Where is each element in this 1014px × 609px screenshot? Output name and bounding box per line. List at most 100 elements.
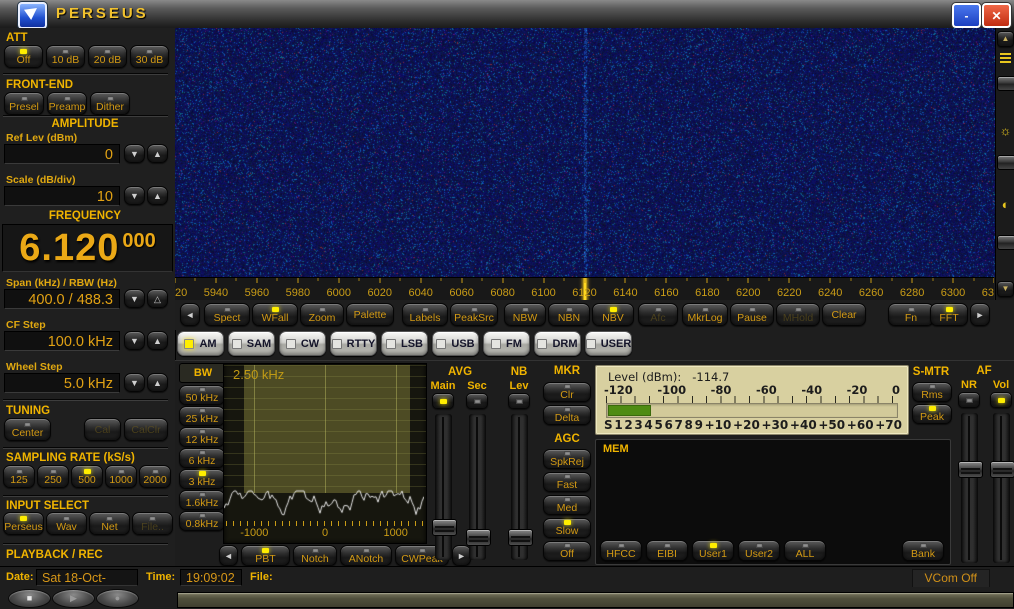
pbt-button[interactable]: PBT [241,545,290,566]
cf-step-field[interactable]: 100.0 kHz [4,331,120,351]
sampling-rate-button[interactable]: 2000 [139,465,171,488]
slider-handle[interactable] [432,519,457,536]
palette-button[interactable]: Palette [346,303,394,326]
bw-button[interactable]: 3 kHz [179,469,225,489]
ref-lev-down-button[interactable]: ▼ [124,144,145,163]
waterfall-contrast-slider[interactable] [997,235,1014,250]
span-up-button[interactable]: △ [147,289,168,308]
att-button[interactable]: Off [4,45,43,68]
mode-button[interactable]: SAM [228,331,275,356]
zoom-button[interactable]: Zoom [300,303,344,326]
bw-button[interactable]: 12 kHz [179,427,225,447]
input-select-button[interactable]: Wav [46,512,87,535]
ref-lev-up-button[interactable]: ▲ [147,144,168,163]
span-down-button[interactable]: ▼ [124,289,145,308]
mode-button[interactable]: USER [585,331,632,356]
agc-button[interactable]: Off [543,541,591,561]
bw-button[interactable]: 50 kHz [179,385,225,405]
span-field[interactable]: 400.0 / 488.3 [4,289,120,309]
scale-field[interactable]: 10 [4,186,120,206]
labels-button[interactable]: Labels [402,303,448,326]
mode-button[interactable]: FM [483,331,530,356]
bw-button[interactable]: 1.6kHz [179,490,225,510]
mode-button[interactable]: LSB [381,331,428,356]
att-button[interactable]: 10 dB [46,45,85,68]
waterfall-brightness-slider[interactable] [997,155,1014,170]
fn-button[interactable]: Fn [888,303,934,326]
spect-button[interactable]: Spect [204,303,250,326]
front-end-button[interactable]: Presel [4,92,44,115]
s-mtr-button[interactable]: Peak [912,404,952,424]
avg-main-slider[interactable] [435,414,452,560]
input-select-button[interactable]: Net [89,512,130,535]
sampling-rate-button[interactable]: 1000 [105,465,137,488]
frequency-scale[interactable]: 5920594059605980600060206040606060806100… [175,277,994,302]
waterfall-speed-slider[interactable] [997,76,1014,91]
agc-button[interactable]: Med [543,495,591,515]
agc-button[interactable]: SpkRej [543,449,591,469]
sampling-rate-button[interactable]: 125 [3,465,35,488]
slider-handle[interactable] [508,529,533,546]
s-mtr-button[interactable]: Rms [912,382,952,402]
bw-button[interactable]: 0.8kHz [179,511,225,531]
agc-button[interactable]: Slow [543,518,591,538]
wheel-step-down-button[interactable]: ▼ [124,373,145,392]
af-vol-slider[interactable] [993,413,1010,563]
mode-button[interactable]: CW [279,331,326,356]
agc-button[interactable]: Fast [543,472,591,492]
filter-left-button[interactable]: ◄ [219,545,238,566]
pause-button[interactable]: Pause [730,303,774,326]
mode-button[interactable]: DRM [534,331,581,356]
af-vol-toggle[interactable] [990,392,1012,408]
bw-button[interactable]: 6 kHz [179,448,225,468]
wfall-button[interactable]: WFall [252,303,298,326]
af-nr-toggle[interactable] [958,392,980,408]
waterfall-scroll-up-button[interactable]: ▲ [997,31,1014,47]
waterfall-display[interactable] [175,28,995,277]
nb-lev-toggle[interactable] [508,393,530,409]
vcom-status[interactable]: VCom Off [912,569,990,588]
avg-sec-slider[interactable] [469,414,486,560]
notch-button[interactable]: Notch [293,545,337,566]
mkr-button[interactable]: Delta [543,405,591,425]
bank-button[interactable]: Bank [902,540,944,561]
bw-button[interactable]: 25 kHz [179,406,225,426]
mem-button[interactable]: User1 [692,540,734,561]
tuning-cal-button[interactable]: Cal [84,418,121,441]
wheel-step-field[interactable]: 5.0 kHz [4,373,120,393]
mode-button[interactable]: RTTY [330,331,377,356]
sampling-rate-button[interactable]: 500 [71,465,103,488]
cf-step-down-button[interactable]: ▼ [124,331,145,350]
nbv-button[interactable]: NBV [592,303,634,326]
if-filter-display[interactable]: 2.50 kHz -1000 0 1000 [223,363,427,544]
mem-button[interactable]: ALL [784,540,826,561]
mem-button[interactable]: User2 [738,540,780,561]
mem-button[interactable]: EIBI [646,540,688,561]
mode-button[interactable]: USB [432,331,479,356]
clear-button[interactable]: Clear [822,303,866,326]
scale-down-button[interactable]: ▼ [124,186,145,205]
mhold-button[interactable]: MHold [776,303,820,326]
anotch-button[interactable]: ANotch [340,545,392,566]
tuning-calclr-button[interactable]: CalClr [124,418,168,441]
input-select-button[interactable]: Perseus [3,512,44,535]
mkr-button[interactable]: Clr [543,382,591,402]
avg-main-toggle[interactable] [432,393,454,409]
nbw-button[interactable]: NBW [504,303,546,326]
mkrlog-button[interactable]: MkrLog [682,303,728,326]
peaksrc-button[interactable]: PeakSrc [450,303,498,326]
record-button[interactable]: ● [96,589,139,608]
mode-button[interactable]: AM [177,331,224,356]
slider-handle[interactable] [958,461,983,478]
stop-button[interactable]: ■ [8,589,51,608]
input-select-button[interactable]: File.. [132,512,173,535]
af-nr-slider[interactable] [961,413,978,563]
mem-button[interactable]: HFCC [600,540,642,561]
frequency-display[interactable]: 6.120 000 [2,224,173,272]
scale-right-button[interactable]: ► [970,303,990,326]
avg-sec-toggle[interactable] [466,393,488,409]
file-progress-bar[interactable] [177,592,1014,608]
front-end-button[interactable]: Preamp [47,92,87,115]
fft-button[interactable]: FFT [930,303,968,326]
scale-left-button[interactable]: ◄ [180,303,200,326]
